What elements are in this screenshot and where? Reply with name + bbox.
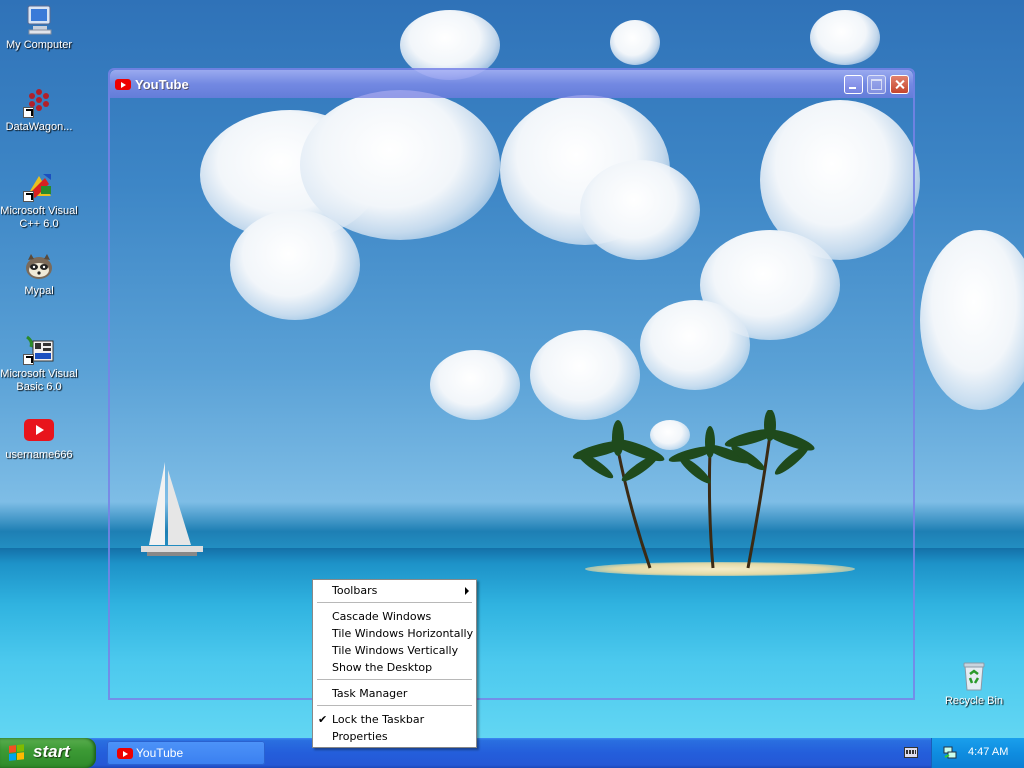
desktop-icon-mypal[interactable]: Mypal — [0, 250, 78, 298]
system-tray: 4:47 AM — [931, 738, 1024, 768]
windows-logo-icon — [9, 744, 25, 762]
youtube-icon — [117, 748, 133, 759]
window-title: YouTube — [135, 77, 189, 92]
maximize-button[interactable] — [867, 75, 886, 94]
visual-cpp-icon — [23, 170, 55, 202]
desktop-icon-visual-cpp[interactable]: Microsoft Visual C++ 6.0 — [0, 170, 78, 231]
menu-item-lock-taskbar[interactable]: ✔ Lock the Taskbar — [313, 711, 476, 728]
shortcut-arrow-icon — [23, 107, 34, 118]
desktop-icon-label: username666 — [5, 449, 73, 461]
raccoon-icon — [23, 250, 55, 282]
menu-item-label: Cascade Windows — [332, 610, 432, 623]
window-client-area[interactable] — [110, 98, 913, 698]
menu-item-properties[interactable]: Properties — [313, 728, 476, 745]
desktop-icon-label: Recycle Bin — [944, 695, 1004, 707]
menu-item-task-manager[interactable]: Task Manager — [313, 685, 476, 702]
taskbar[interactable]: start YouTube 4:47 AM — [0, 738, 1024, 768]
desktop-icon-label: Microsoft Visual Basic 6.0 — [0, 368, 78, 393]
desktop-icon-visual-basic[interactable]: Microsoft Visual Basic 6.0 — [0, 333, 78, 394]
keyboard-icon[interactable] — [904, 747, 918, 758]
desktop-icon-my-computer[interactable]: My Computer — [0, 4, 78, 52]
menu-item-label: Tile Windows Horizontally — [332, 627, 474, 640]
clock[interactable]: 4:47 AM — [968, 746, 1008, 758]
menu-item-tile-vertically[interactable]: Tile Windows Vertically — [313, 642, 476, 659]
menu-separator — [317, 705, 472, 706]
menu-item-toolbars[interactable]: Toolbars — [313, 582, 476, 599]
youtube-icon — [115, 79, 131, 90]
desktop-icon-label: Microsoft Visual C++ 6.0 — [0, 205, 78, 230]
menu-item-label: Toolbars — [332, 584, 378, 597]
menu-item-cascade-windows[interactable]: Cascade Windows — [313, 608, 476, 625]
datawagon-icon — [23, 86, 55, 118]
youtube-icon — [23, 414, 55, 446]
menu-item-label: Properties — [332, 730, 388, 743]
checkmark-icon: ✔ — [318, 713, 328, 726]
network-icon[interactable] — [943, 746, 957, 759]
menu-separator — [317, 679, 472, 680]
desktop-icon-recycle-bin[interactable]: Recycle Bin — [935, 660, 1013, 708]
menu-item-label: Show the Desktop — [332, 661, 433, 674]
menu-item-label: Tile Windows Vertically — [332, 644, 459, 657]
menu-item-show-desktop[interactable]: Show the Desktop — [313, 659, 476, 676]
desktop-icon-label: Mypal — [24, 285, 54, 297]
desktop-icon-username666[interactable]: username666 — [0, 414, 78, 462]
minimize-button[interactable] — [844, 75, 863, 94]
window-title-bar[interactable]: YouTube — [110, 70, 913, 98]
menu-item-tile-horizontally[interactable]: Tile Windows Horizontally — [313, 625, 476, 642]
taskbar-button-youtube[interactable]: YouTube — [107, 741, 265, 765]
taskbar-context-menu: Toolbars Cascade Windows Tile Windows Ho… — [312, 579, 477, 748]
taskbar-button-label: YouTube — [136, 746, 184, 760]
start-button[interactable]: start — [0, 738, 96, 768]
desktop-icon-label: My Computer — [5, 39, 73, 51]
recycle-bin-icon — [958, 660, 990, 692]
start-label: start — [33, 742, 70, 761]
menu-item-label: Lock the Taskbar — [332, 713, 425, 726]
shortcut-arrow-icon — [23, 354, 34, 365]
visual-basic-icon — [23, 333, 55, 365]
shortcut-arrow-icon — [23, 191, 34, 202]
desktop-icon-label: DataWagon... — [5, 121, 73, 133]
close-button[interactable] — [890, 75, 909, 94]
computer-icon — [23, 4, 55, 36]
submenu-arrow-icon — [465, 587, 469, 595]
desktop-icon-datawagon[interactable]: DataWagon... — [0, 86, 78, 134]
desktop[interactable]: My Computer DataWagon... Microsoft Visua… — [0, 0, 1024, 738]
menu-item-label: Task Manager — [332, 687, 408, 700]
youtube-window[interactable]: YouTube — [108, 68, 915, 700]
menu-separator — [317, 602, 472, 603]
